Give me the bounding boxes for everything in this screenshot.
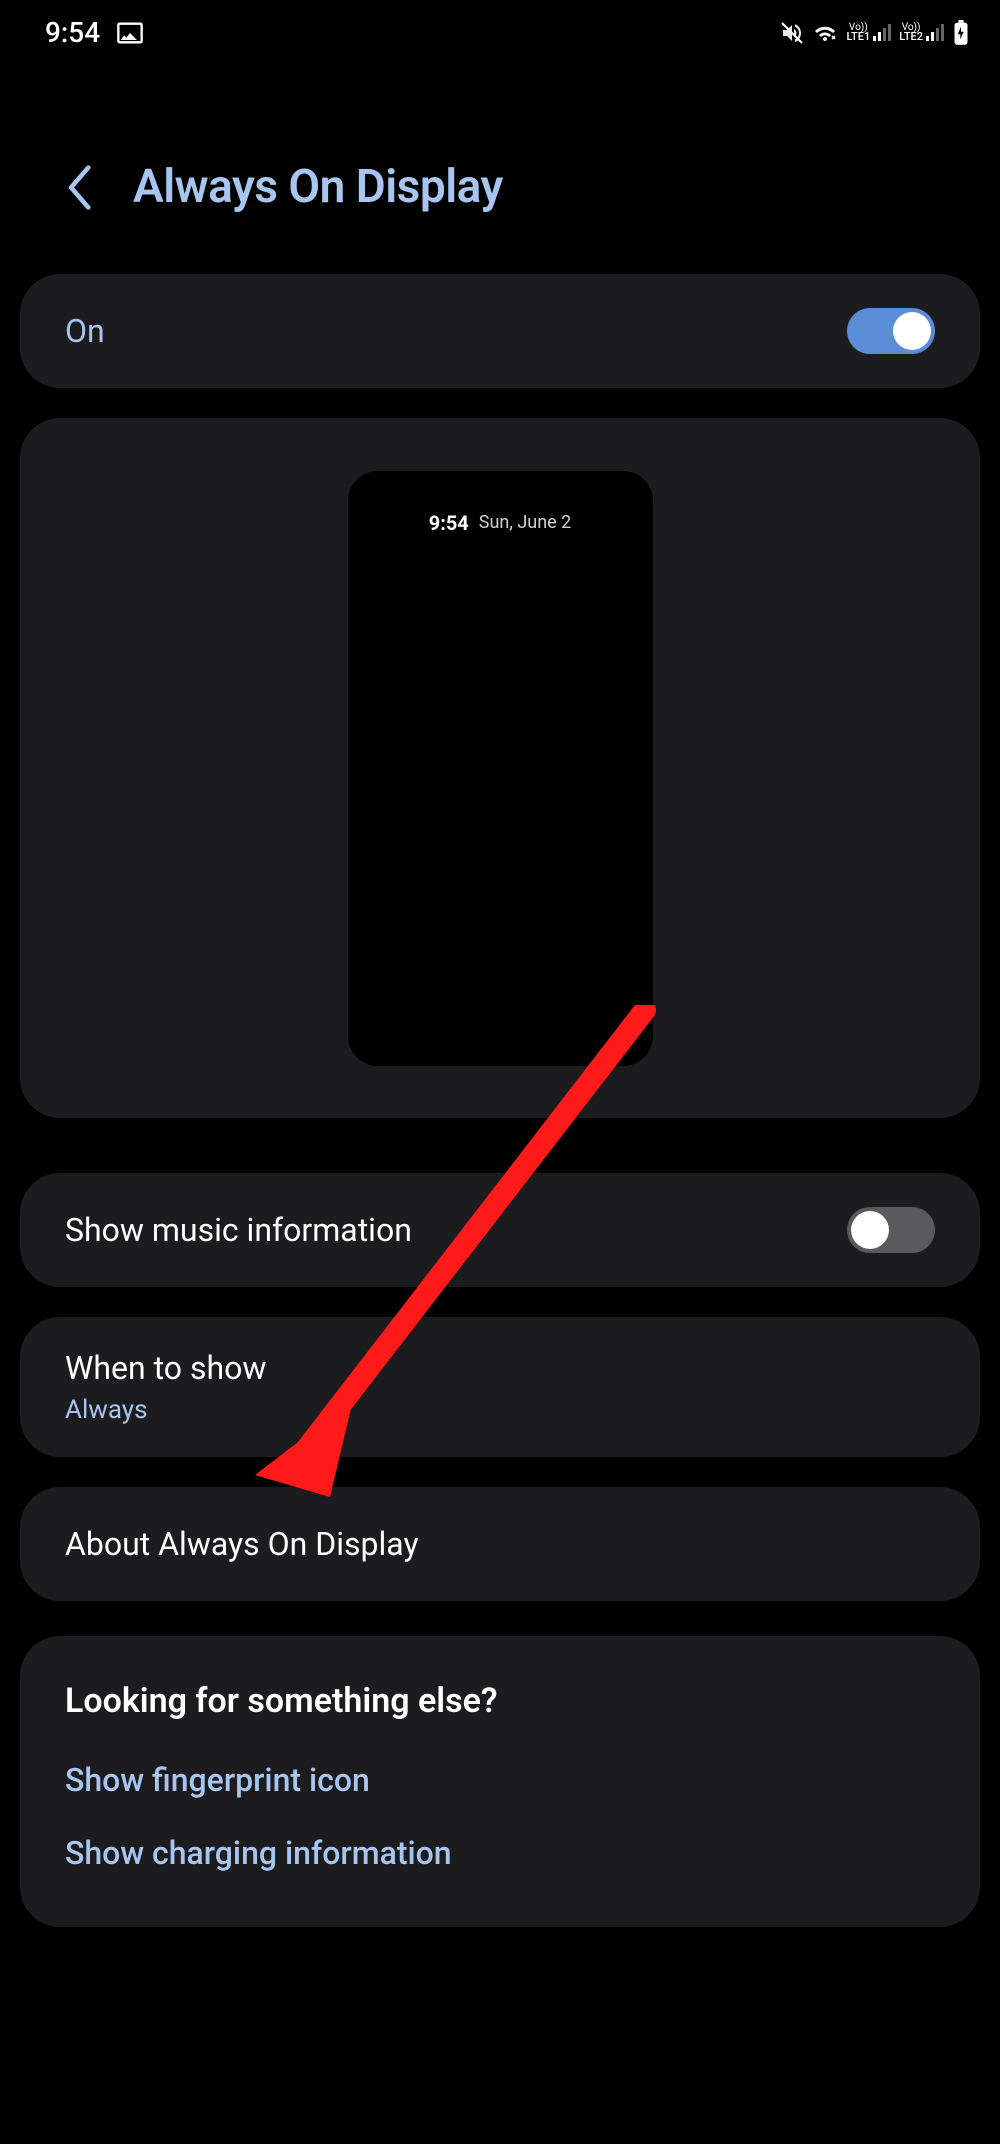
- phone-preview-mockup: 9:54 Sun, June 2: [348, 471, 653, 1066]
- when-to-show-card[interactable]: When to show Always: [20, 1317, 980, 1457]
- wifi-icon: [812, 21, 838, 45]
- music-info-label: Show music information: [65, 1211, 412, 1249]
- status-bar: 9:54 Vo)) LTE1 Vo)): [0, 0, 1000, 65]
- status-bar-right: Vo)) LTE1 Vo)) LTE2: [780, 20, 970, 46]
- charging-info-link[interactable]: Show charging information: [65, 1834, 935, 1872]
- sim1-indicator: Vo)) LTE1: [846, 23, 891, 42]
- status-time: 9:54: [45, 16, 100, 49]
- vibrate-mute-icon: [780, 21, 804, 45]
- when-to-show-value: Always: [65, 1395, 935, 1425]
- about-card[interactable]: About Always On Display: [20, 1487, 980, 1601]
- back-button[interactable]: [65, 165, 93, 210]
- sim1-lte: LTE1: [846, 32, 870, 42]
- on-label: On: [65, 312, 105, 350]
- preview-card: 9:54 Sun, June 2: [20, 418, 980, 1118]
- about-label: About Always On Display: [65, 1525, 419, 1563]
- gallery-icon: [115, 19, 145, 47]
- status-bar-left: 9:54: [45, 16, 145, 49]
- when-to-show-label: When to show: [65, 1349, 935, 1387]
- fingerprint-link[interactable]: Show fingerprint icon: [65, 1761, 935, 1799]
- preview-time: 9:54: [429, 511, 469, 535]
- sim2-lte: LTE2: [899, 32, 923, 42]
- preview-date: Sun, June 2: [479, 512, 571, 533]
- battery-charging-icon: [952, 20, 970, 46]
- on-toggle[interactable]: [847, 308, 935, 354]
- signal-bars-2-icon: [926, 23, 944, 41]
- looking-section: Looking for something else? Show fingerp…: [20, 1636, 980, 1927]
- looking-title: Looking for something else?: [65, 1681, 935, 1721]
- music-info-card: Show music information: [20, 1173, 980, 1287]
- page-title: Always On Display: [133, 160, 503, 214]
- on-toggle-card: On: [20, 274, 980, 388]
- signal-bars-1-icon: [873, 23, 891, 41]
- music-info-toggle[interactable]: [847, 1207, 935, 1253]
- header: Always On Display: [0, 65, 1000, 274]
- sim2-indicator: Vo)) LTE2: [899, 23, 944, 42]
